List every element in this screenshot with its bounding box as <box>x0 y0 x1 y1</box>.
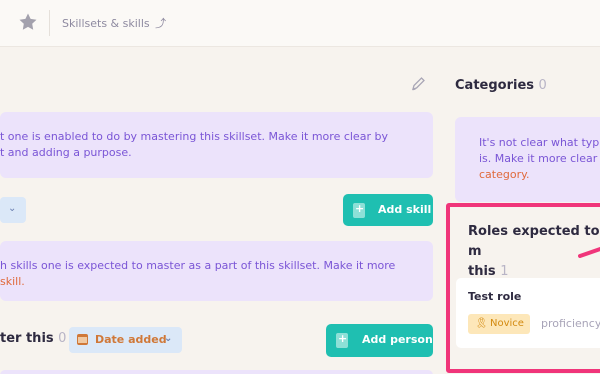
master-section-title: ter this 0 <box>0 331 66 346</box>
ribbon-icon: 🎗 <box>475 318 488 329</box>
categories-prompt: It's not clear what typ is. Make it more… <box>455 117 600 202</box>
purpose-prompt-line2: t and adding a purpose. <box>0 146 132 159</box>
chevron-down-icon: ⌄ <box>8 203 17 214</box>
roles-title-line2: this <box>468 264 496 279</box>
add-person-label: Add person <box>362 333 433 346</box>
calendar-icon <box>77 334 88 345</box>
proficiency-text: proficiency <box>541 317 600 330</box>
categories-count: 0 <box>538 78 547 93</box>
external-arrow-icon: ⤴ <box>155 17 167 30</box>
pencil-icon[interactable] <box>410 76 426 92</box>
role-card[interactable]: Test role 🎗 Novice proficiency <box>456 278 600 348</box>
master-count: 0 <box>58 331 67 346</box>
categories-title: Categories 0 <box>455 78 547 93</box>
purpose-prompt-line1: t one is enabled to do by mastering this… <box>0 130 388 143</box>
level-badge: 🎗 Novice <box>468 314 530 334</box>
master-section-label: ter this <box>0 331 54 346</box>
sort-dropdown[interactable]: ⌄ <box>0 197 26 223</box>
star-icon[interactable] <box>18 12 38 32</box>
people-list-box <box>0 370 433 374</box>
add-skill-button[interactable]: Add skill <box>343 194 433 226</box>
add-skill-label: Add skill <box>378 203 432 216</box>
skills-prompt-link[interactable]: skill. <box>0 274 433 290</box>
categories-prompt-line1: It's not clear what typ <box>479 136 600 149</box>
role-name[interactable]: Test role <box>468 290 521 303</box>
roles-count: 1 <box>500 264 509 279</box>
chevron-down-icon: ⌄ <box>164 333 173 344</box>
categories-prompt-link[interactable]: category. <box>479 167 600 183</box>
top-bar: Skillsets & skills ⤴ <box>0 0 600 47</box>
level-label: Novice <box>490 318 524 329</box>
breadcrumb[interactable]: Skillsets & skills ⤴ <box>62 15 166 31</box>
add-doc-icon <box>336 332 348 348</box>
add-person-button[interactable]: Add person <box>326 324 433 357</box>
date-added-dropdown[interactable]: Date added ⌄ <box>69 327 182 353</box>
categories-label: Categories <box>455 78 535 93</box>
date-added-label: Date added <box>95 333 167 346</box>
divider <box>49 10 50 36</box>
purpose-prompt: t one is enabled to do by mastering this… <box>0 112 433 178</box>
categories-prompt-line2: is. Make it more clear <box>479 152 598 165</box>
add-doc-icon <box>353 202 365 218</box>
annotation-arrow <box>578 246 600 258</box>
skills-prompt-line1: h skills one is expected to master as a … <box>0 259 396 272</box>
skills-prompt: h skills one is expected to master as a … <box>0 241 433 301</box>
breadcrumb-label[interactable]: Skillsets & skills <box>62 17 150 30</box>
